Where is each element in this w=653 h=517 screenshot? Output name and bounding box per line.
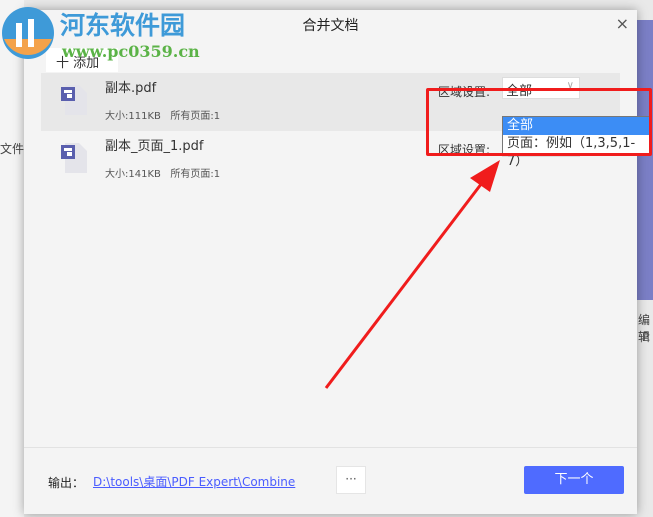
annotation-arrow bbox=[324, 160, 500, 389]
